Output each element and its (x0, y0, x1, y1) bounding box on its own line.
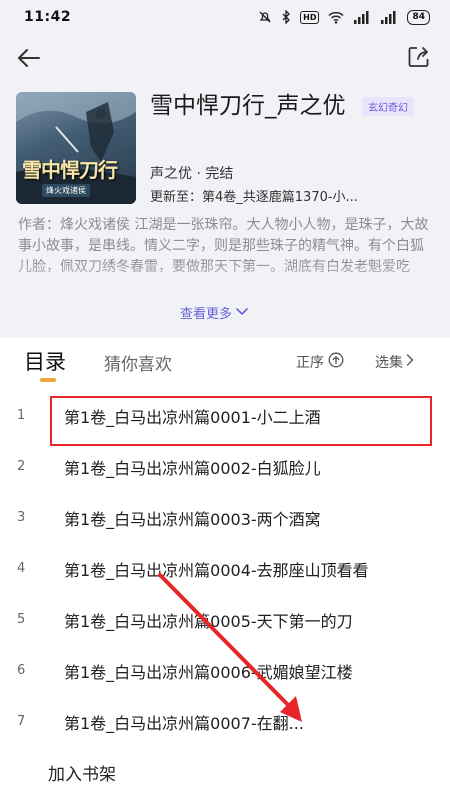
chapter-number: 7 (17, 714, 26, 729)
tab-bar: 目录 猜你喜欢 正序 选集 (0, 342, 450, 382)
view-more-label: 查看更多 (180, 307, 233, 322)
chevron-right-icon (406, 354, 414, 370)
chapter-title: 第1卷_白马出凉州篇0004-去那座山顶看看 (64, 560, 369, 580)
top-navigation (0, 40, 450, 76)
sort-order-label: 正序 (296, 355, 324, 371)
select-episodes-label: 选集 (375, 355, 403, 371)
chapter-title: 第1卷_白马出凉州篇0001-小二上酒 (64, 407, 321, 427)
signal-icon (380, 10, 398, 24)
chapter-title: 第1卷_白马出凉州篇0005-天下第一的刀 (64, 611, 353, 631)
chapter-row[interactable]: 2 第1卷_白马出凉州篇0002-白狐脸儿 (0, 441, 450, 492)
back-arrow-icon[interactable] (16, 46, 42, 70)
sort-arrow-icon (328, 352, 344, 372)
chapter-title: 第1卷_白马出凉州篇0006-武媚娘望江楼 (64, 662, 353, 682)
chapter-number: 5 (17, 612, 26, 627)
tab-recommendations[interactable]: 猜你喜欢 (104, 350, 172, 375)
book-title: 雪中悍刀行_声之优 (150, 93, 346, 119)
mute-icon (258, 10, 272, 24)
tab-table-of-contents[interactable]: 目录 (24, 346, 66, 376)
chapter-list: 1 第1卷_白马出凉州篇0001-小二上酒 2 第1卷_白马出凉州篇0002-白… (0, 390, 450, 747)
select-episodes-button[interactable]: 选集 (375, 352, 414, 372)
chapter-number: 2 (17, 459, 26, 474)
view-more-link[interactable]: 查看更多 (180, 303, 248, 322)
update-status: 更新至：第4卷_共逐鹿篇1370-小... (150, 190, 358, 205)
chapter-number: 3 (17, 510, 26, 525)
chapter-row[interactable]: 6 第1卷_白马出凉州篇0006-武媚娘望江楼 (0, 645, 450, 696)
chapter-row[interactable]: 7 第1卷_白马出凉州篇0007-在翻... (0, 696, 450, 747)
author-status[interactable]: 声之优 · 完结 (150, 163, 233, 183)
chapter-number: 6 (17, 663, 26, 678)
status-bar: 11:42 HD 84 (0, 0, 450, 34)
chapter-number: 4 (17, 561, 26, 576)
status-icons: HD 84 (258, 9, 430, 25)
chapter-row[interactable]: 5 第1卷_白马出凉州篇0005-天下第一的刀 (0, 594, 450, 645)
share-icon[interactable] (406, 44, 432, 70)
description-fade (0, 260, 450, 302)
bluetooth-icon (281, 10, 291, 24)
wifi-icon (328, 11, 344, 24)
signal-icon (353, 10, 371, 24)
cover-subtitle: 烽火戏诸侯 (42, 184, 90, 197)
sort-order-button[interactable]: 正序 (296, 352, 344, 372)
add-to-bookshelf-button[interactable]: 加入书架 (48, 760, 116, 785)
cover-title: 雪中悍刀行 (22, 158, 118, 182)
genre-tag[interactable]: 玄幻奇幻 (362, 97, 414, 116)
book-cover[interactable]: 雪中悍刀行 烽火戏诸侯 (16, 92, 136, 204)
bottom-action-bar: 加入书架 (0, 748, 450, 800)
chapter-title: 第1卷_白马出凉州篇0003-两个酒窝 (64, 509, 321, 529)
chapter-title: 第1卷_白马出凉州篇0007-在翻... (64, 713, 304, 733)
status-time: 11:42 (24, 9, 72, 25)
chevron-down-icon (236, 305, 248, 320)
battery-indicator: 84 (407, 9, 430, 25)
chapter-title: 第1卷_白马出凉州篇0002-白狐脸儿 (64, 458, 321, 478)
chapter-row[interactable]: 3 第1卷_白马出凉州篇0003-两个酒窝 (0, 492, 450, 543)
tab-active-indicator (40, 378, 56, 382)
hd-icon: HD (300, 10, 320, 24)
chapter-row[interactable]: 1 第1卷_白马出凉州篇0001-小二上酒 (0, 390, 450, 441)
chapter-row[interactable]: 4 第1卷_白马出凉州篇0004-去那座山顶看看 (0, 543, 450, 594)
chapter-number: 1 (17, 408, 26, 423)
